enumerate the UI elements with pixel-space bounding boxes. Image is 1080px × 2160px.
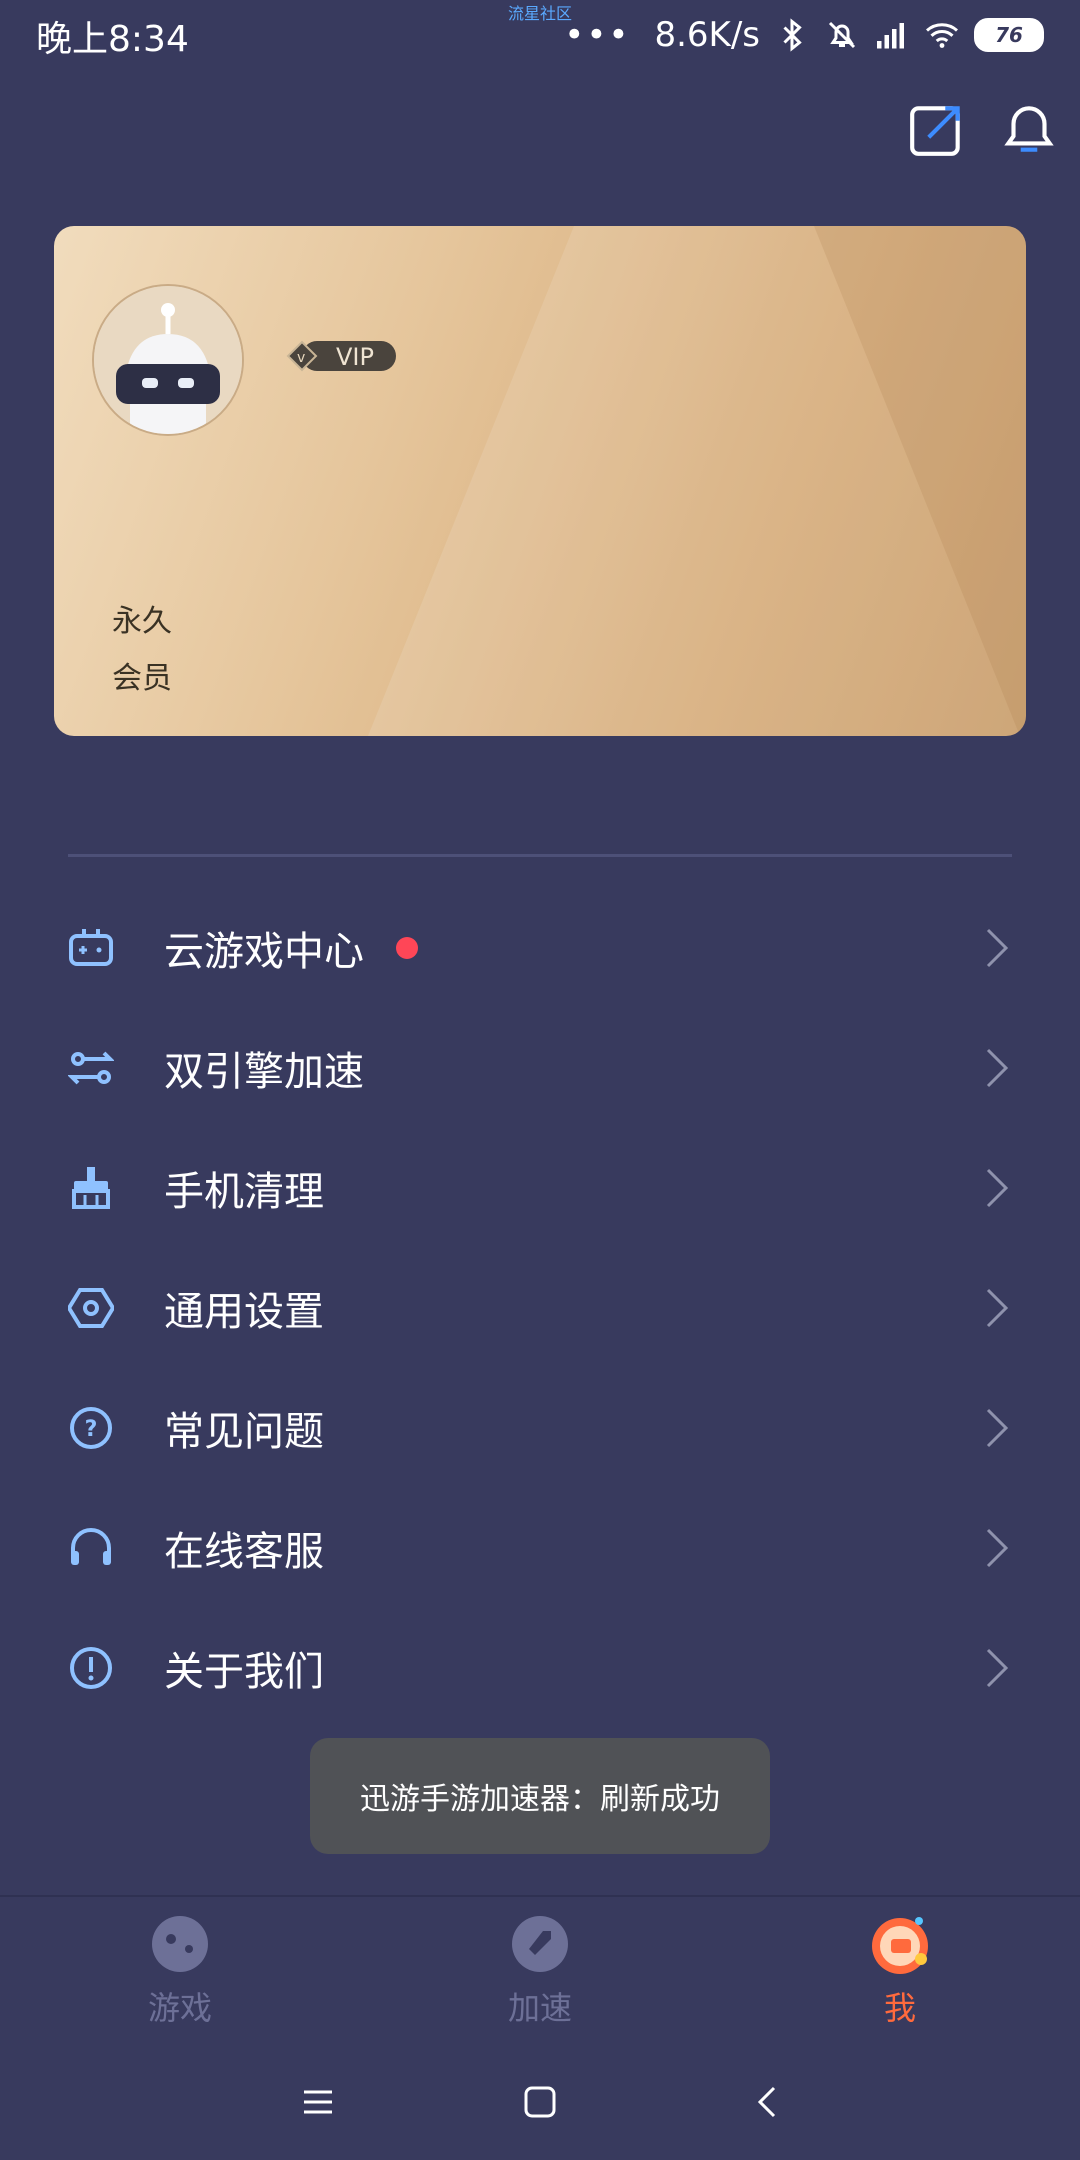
home-icon[interactable] [510, 2072, 570, 2132]
tab-me[interactable]: 我 [800, 1911, 1000, 2029]
chevron-right-icon [986, 928, 1009, 968]
tab-label: 游戏 [147, 1989, 212, 2027]
menu-item-online-service[interactable]: 在线客服 [0, 1488, 1080, 1608]
signal-icon [877, 23, 904, 49]
headset-icon [71, 1528, 111, 1565]
status-right: ••• 8.6K/s 76 [564, 10, 1044, 60]
menu-icon[interactable] [288, 2072, 348, 2132]
rocket-icon [512, 1916, 568, 1972]
menu-label: 手机清理 [164, 1169, 324, 1215]
tab-games[interactable]: 游戏 [80, 1911, 280, 2029]
info-icon [70, 1647, 112, 1689]
vip-label: VIP [336, 343, 374, 371]
menu-item-faq[interactable]: ? 常见问题 [0, 1368, 1080, 1488]
robot-avatar-icon [94, 286, 242, 434]
status-dots: ••• [564, 15, 631, 55]
menu-item-about-us[interactable]: 关于我们 [0, 1608, 1080, 1728]
toast-message: 迅游手游加速器：刷新成功 [310, 1738, 770, 1854]
back-icon[interactable] [738, 2072, 798, 2132]
mute-bell-icon [828, 21, 856, 49]
settings-menu: 云游戏中心 双引擎加速 手机清理 通用设置 ? 常见问题 在线客服 关于我们 [0, 888, 1080, 1728]
chevron-right-icon [986, 1648, 1009, 1688]
menu-label: 常见问题 [164, 1409, 324, 1455]
top-actions [906, 98, 1060, 160]
chevron-right-icon [986, 1048, 1009, 1088]
chevron-right-icon [986, 1528, 1009, 1568]
dual-engine-icon [68, 1051, 114, 1085]
network-speed: 8.6K/s [654, 15, 760, 55]
profile-icon [872, 1917, 928, 1974]
menu-label: 通用设置 [164, 1289, 324, 1335]
svg-text:v: v [297, 350, 305, 366]
menu-item-general-settings[interactable]: 通用设置 [0, 1248, 1080, 1368]
divider [68, 854, 1012, 857]
battery-indicator: 76 [974, 18, 1044, 52]
broom-icon [72, 1167, 110, 1209]
bottom-nav: 游戏 加速 我 [0, 1895, 1080, 2032]
new-indicator-dot [396, 937, 418, 959]
chevron-right-icon [986, 1168, 1009, 1208]
tab-label: 加速 [507, 1989, 572, 2027]
game-controller-icon [152, 1916, 208, 1972]
menu-item-dual-engine[interactable]: 双引擎加速 [0, 1008, 1080, 1128]
menu-label: 关于我们 [164, 1649, 324, 1695]
system-nav-bar [0, 2050, 1080, 2160]
membership-line-1: 永久 [112, 604, 172, 639]
edit-share-icon[interactable] [906, 98, 968, 160]
status-bar: 晚上8:34 流星社区 ••• 8.6K/s 76 [0, 0, 1080, 70]
question-icon: ? [70, 1407, 112, 1449]
vip-card[interactable]: v VIP 永久 会员 [54, 226, 1026, 736]
menu-label: 双引擎加速 [164, 1049, 364, 1095]
settings-hex-icon [68, 1288, 114, 1328]
chevron-right-icon [986, 1288, 1009, 1328]
menu-item-phone-clean[interactable]: 手机清理 [0, 1128, 1080, 1248]
menu-label: 云游戏中心 [164, 929, 364, 975]
notification-bell-icon[interactable] [998, 98, 1060, 160]
vip-badge-icon: v VIP [286, 340, 396, 372]
tab-label: 我 [883, 1989, 916, 2027]
bluetooth-icon [783, 18, 802, 52]
avatar[interactable] [92, 284, 244, 436]
status-time: 晚上8:34 [36, 19, 189, 60]
wifi-icon [926, 23, 958, 48]
menu-item-cloud-game[interactable]: 云游戏中心 [0, 888, 1080, 1008]
status-carrier-note: 流星社区 [508, 4, 573, 23]
menu-label: 在线客服 [164, 1529, 324, 1575]
tab-accelerate[interactable]: 加速 [440, 1911, 640, 2029]
membership-line-2: 会员 [112, 661, 172, 696]
chevron-right-icon [986, 1408, 1009, 1448]
gamepad-icon [69, 929, 113, 966]
svg-text:?: ? [85, 1417, 98, 1442]
